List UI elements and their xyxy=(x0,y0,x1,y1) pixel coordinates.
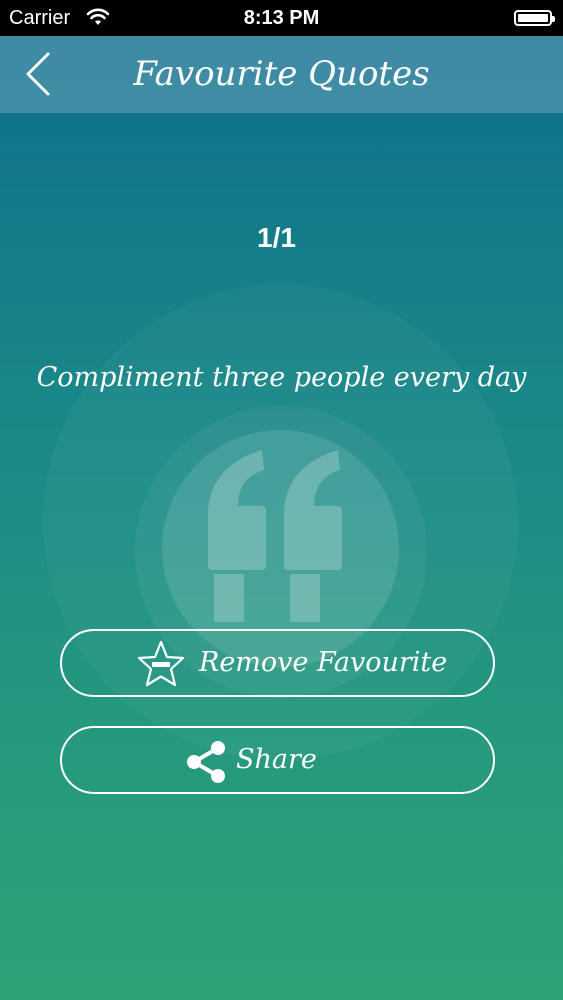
share-icon xyxy=(187,741,225,783)
quote-text: Compliment three people every day xyxy=(36,362,527,393)
share-button[interactable]: Share xyxy=(60,726,495,794)
remove-favourite-button[interactable]: Remove Favourite xyxy=(60,629,495,697)
status-bar: Carrier 8:13 PM xyxy=(0,0,563,36)
status-time: 8:13 PM xyxy=(243,7,320,29)
share-label: Share xyxy=(236,744,317,775)
star-minus-icon xyxy=(137,640,185,687)
page-title: Favourite Quotes xyxy=(133,54,430,94)
quote-counter: 1/1 xyxy=(257,222,296,253)
remove-favourite-label: Remove Favourite xyxy=(199,647,448,678)
battery-icon xyxy=(514,10,555,26)
quote-mark-icon xyxy=(208,450,342,622)
navigation-bar: Favourite Quotes xyxy=(0,36,563,113)
